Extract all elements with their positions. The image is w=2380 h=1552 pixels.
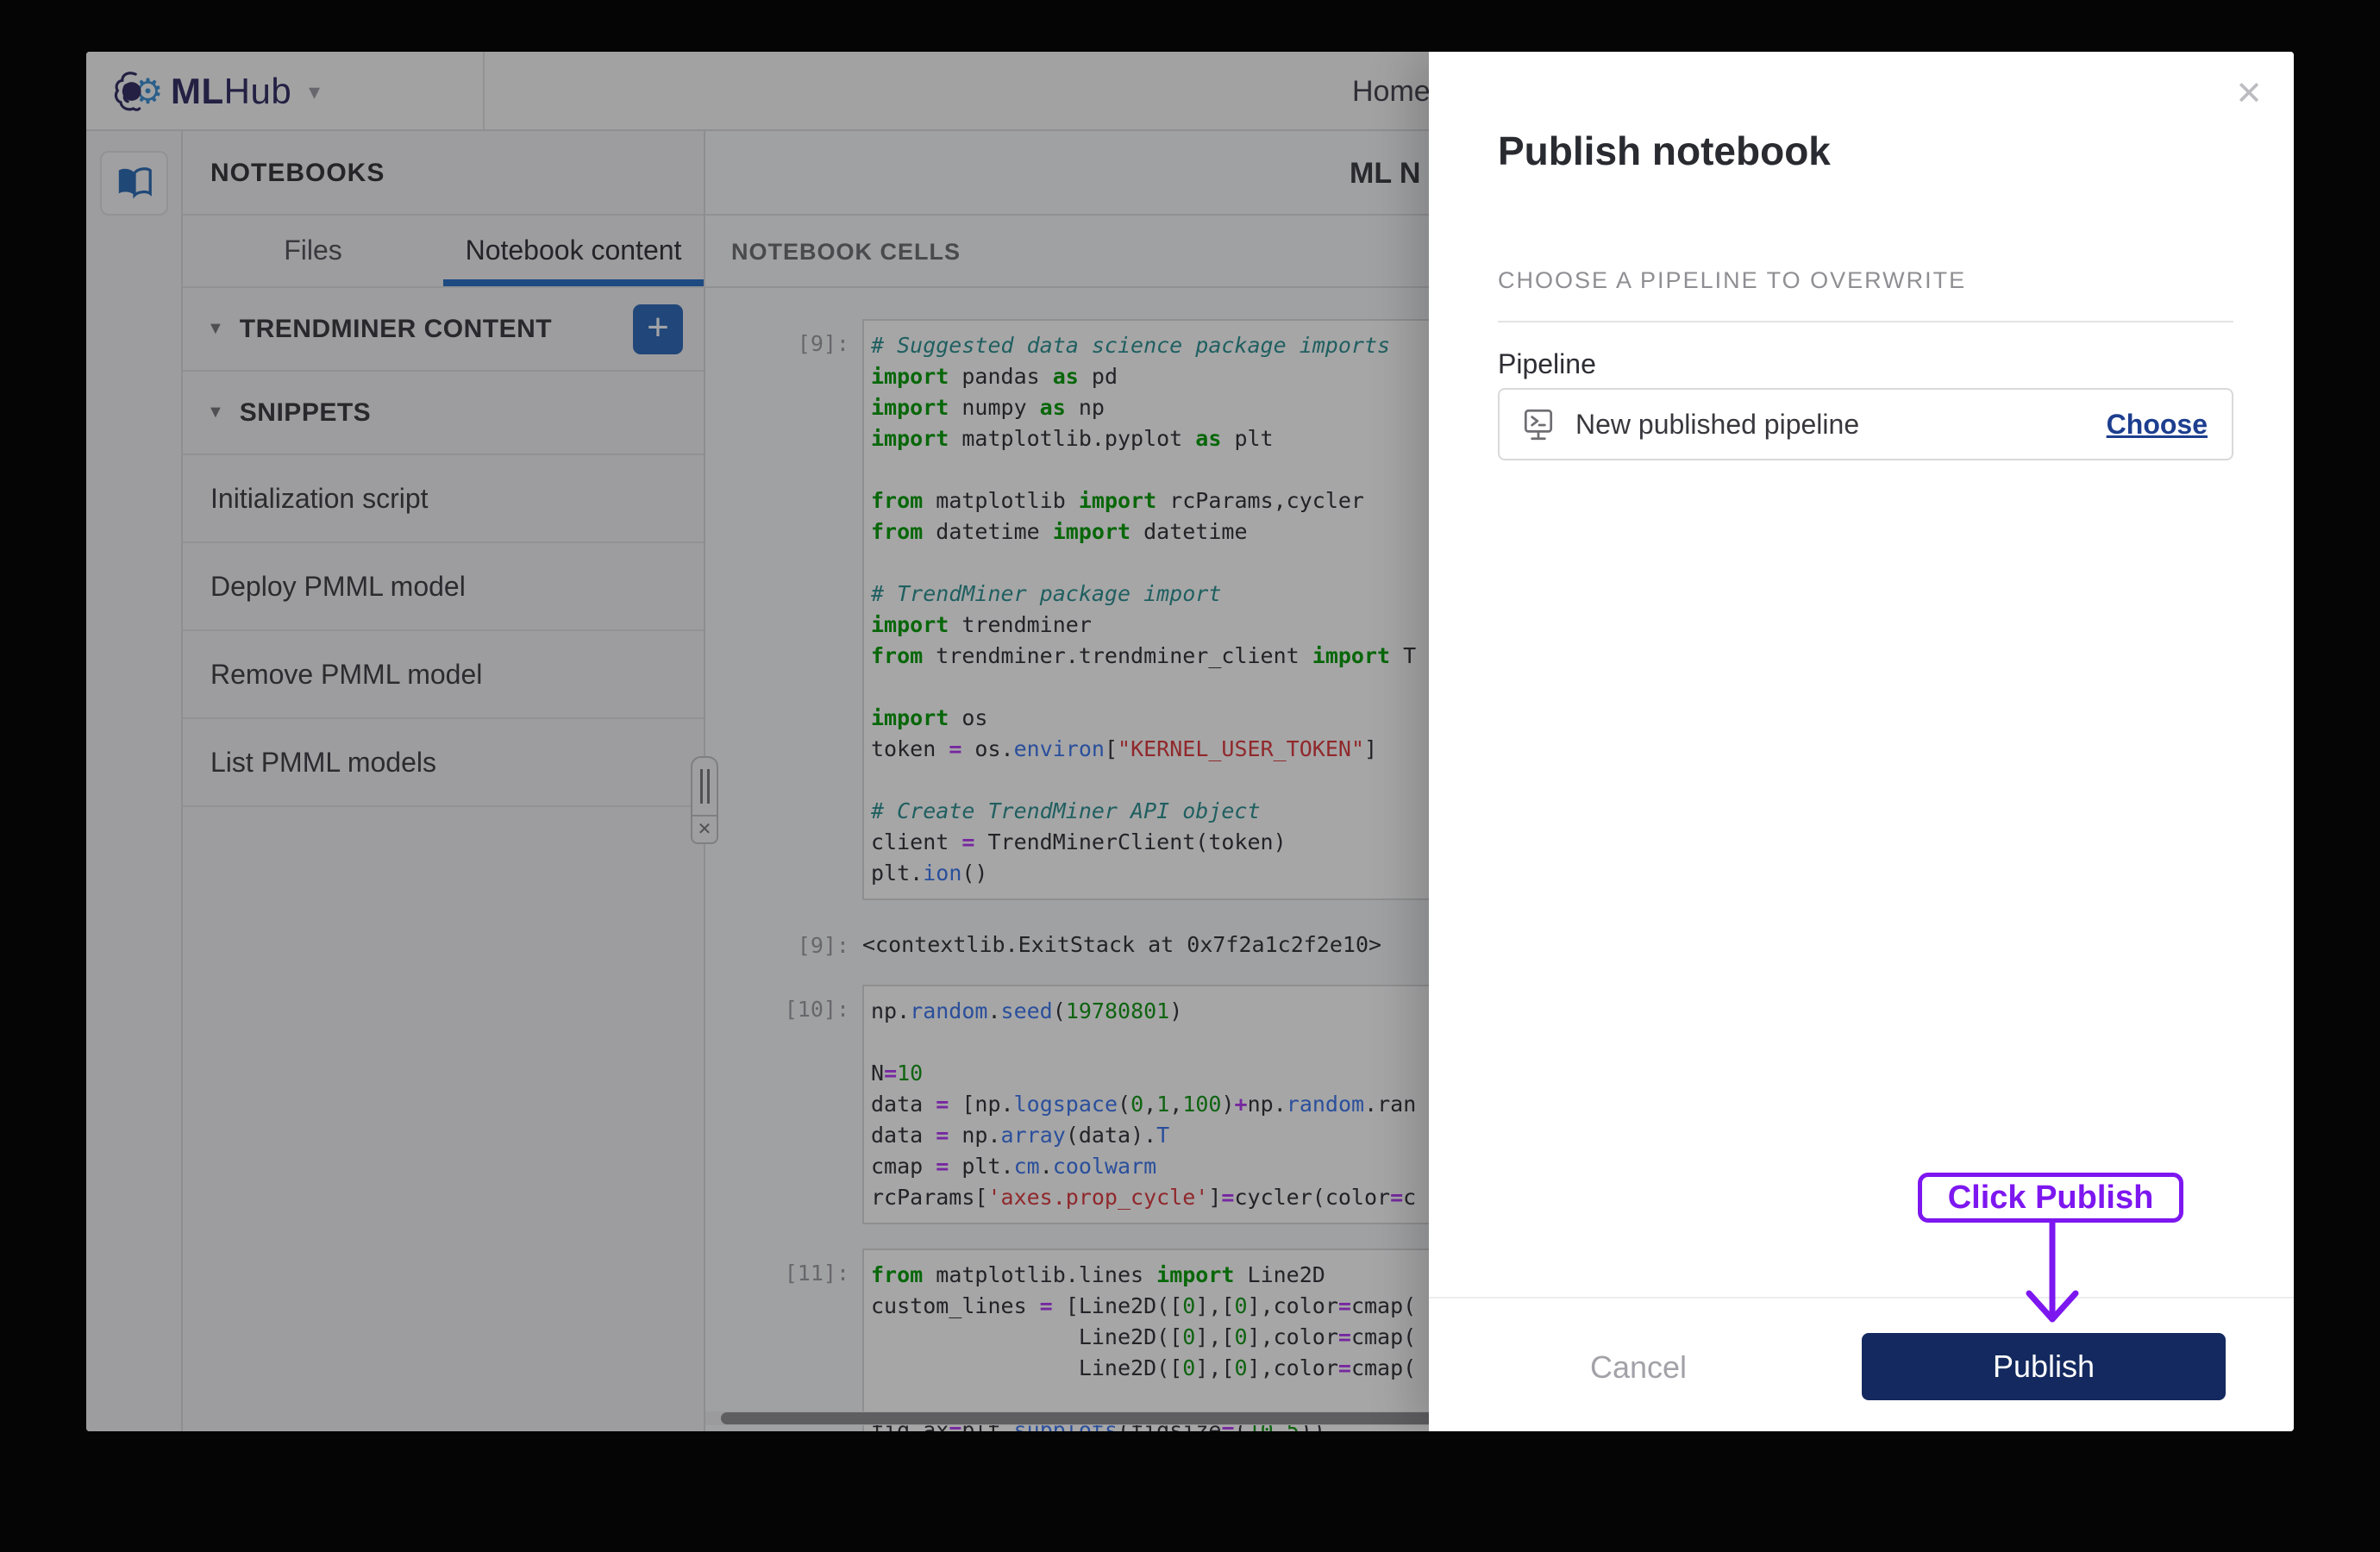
click-publish-annotation: Click Publish bbox=[1918, 1173, 2183, 1223]
annotation-arrow-icon bbox=[2026, 1219, 2079, 1323]
annotation-text: Click Publish bbox=[1947, 1179, 2154, 1216]
choose-link[interactable]: Choose bbox=[2107, 409, 2208, 441]
pipeline-section-label: CHOOSE A PIPELINE TO OVERWRITE bbox=[1498, 267, 1967, 293]
divider bbox=[1429, 1297, 2294, 1299]
pipeline-value: New published pipeline bbox=[1575, 408, 1860, 440]
divider bbox=[1498, 321, 2233, 322]
drawer-title: Publish notebook bbox=[1498, 128, 1831, 173]
pipeline-select[interactable]: New published pipeline Choose bbox=[1498, 388, 2233, 460]
pipeline-field-label: Pipeline bbox=[1498, 348, 1596, 379]
pipeline-terminal-icon bbox=[1524, 409, 1553, 441]
close-icon[interactable]: ✕ bbox=[2235, 74, 2263, 113]
publish-button[interactable]: Publish bbox=[1862, 1333, 2226, 1400]
publish-notebook-drawer: ✕ Publish notebook CHOOSE A PIPELINE TO … bbox=[1429, 52, 2294, 1431]
cancel-button[interactable]: Cancel bbox=[1569, 1341, 1707, 1394]
app-window: ⚙ MLHub ▾ Home N NOTEBOOKS F bbox=[86, 52, 2294, 1431]
